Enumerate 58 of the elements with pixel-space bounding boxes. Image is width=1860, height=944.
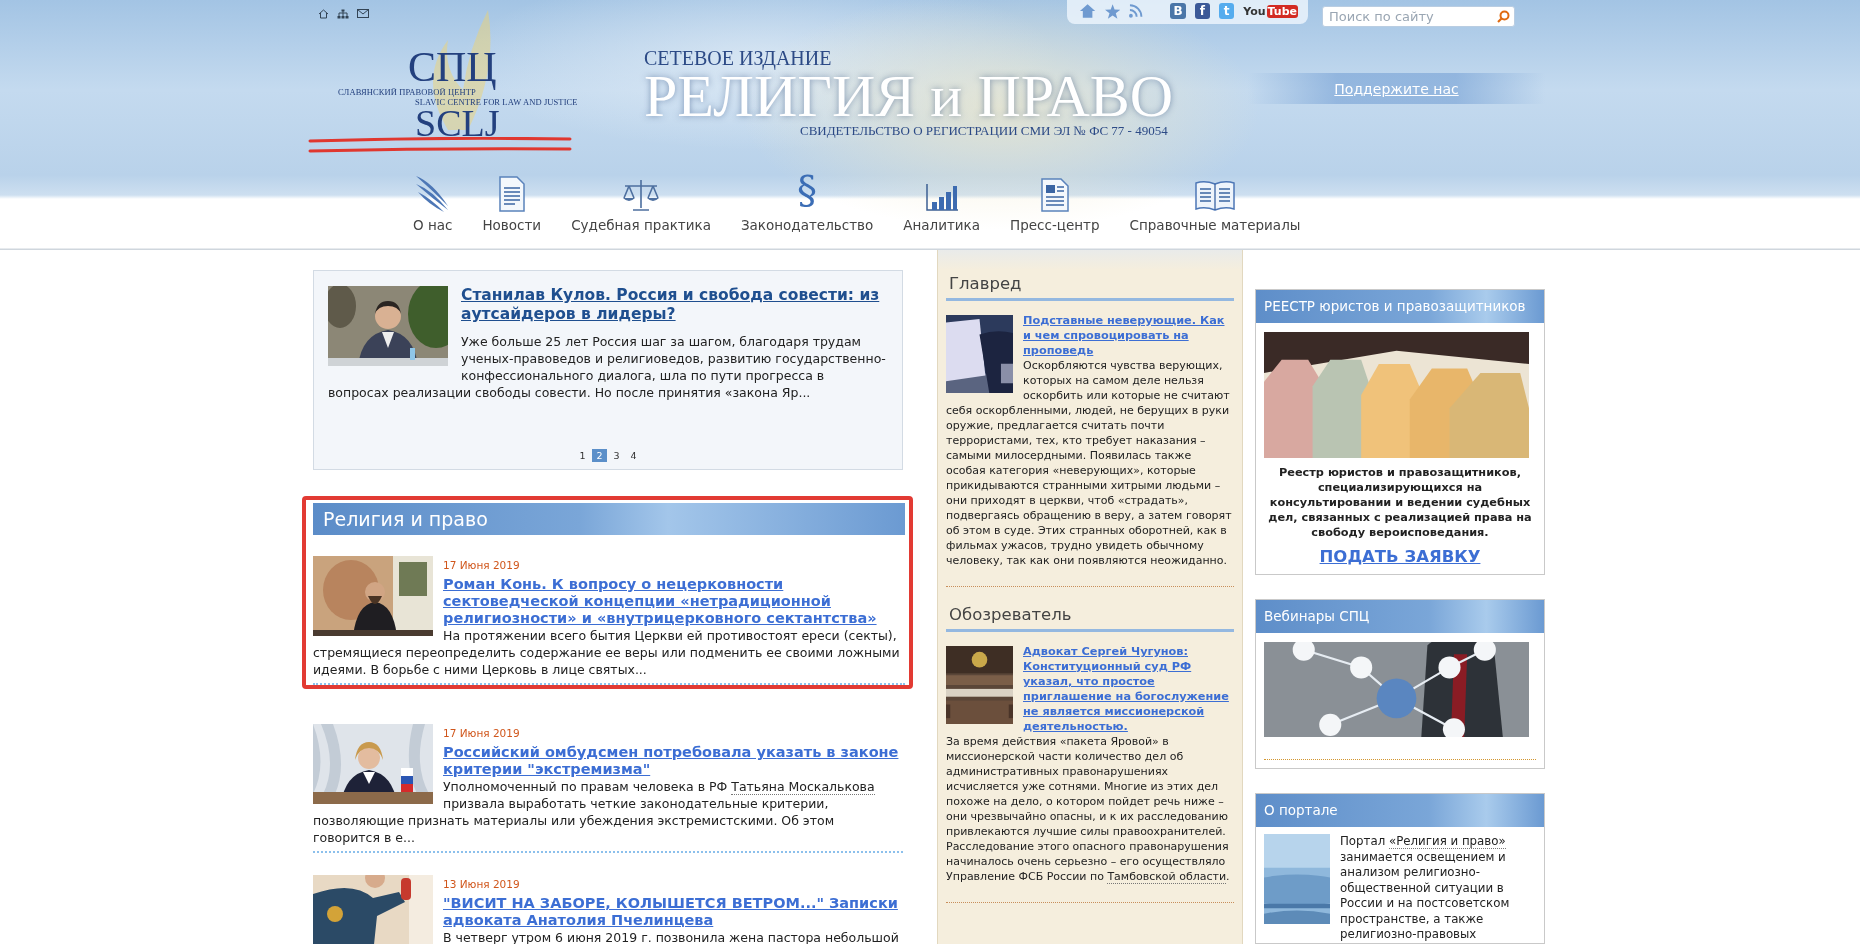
logo-text: СЛАВЯНСКИЙ ПРАВОВОЙ ЦЕНТР — [338, 88, 476, 97]
about-text: Портал «Религия и право» занимается освещением и анализом религиозно-общественной ситуации в России и на постсоветском пространстве, а также религиозно-правовых — [1340, 834, 1511, 943]
sitemap-icon[interactable] — [337, 9, 349, 19]
article-title-link[interactable]: Российский омбудсмен потребовала указать в законе критерии "экстремизма" — [443, 744, 903, 778]
page-link[interactable]: 3 — [609, 449, 624, 462]
facebook-button[interactable]: f — [1194, 3, 1210, 19]
search-field[interactable]: Поиск по сайту — [1322, 6, 1515, 27]
newspaper-icon — [1040, 176, 1069, 212]
vk-button[interactable]: B — [1170, 3, 1186, 19]
bar-chart-icon — [924, 182, 959, 212]
star-icon[interactable] — [1105, 3, 1121, 19]
nav-item[interactable]: Судебная практика — [571, 168, 711, 233]
logo-text: SLAVIC CENTRE FOR LAW AND JUSTICE — [415, 97, 578, 106]
text-link[interactable]: «Религия и право» — [1388, 834, 1506, 849]
registration-text: СВИДЕТЕЛЬСТВО О РЕГИСТРАЦИИ СМИ ЭЛ № ФС 77 - 49054 — [800, 124, 1168, 137]
page-link[interactable]: 1 — [575, 449, 590, 462]
home-icon[interactable] — [318, 9, 329, 19]
article-title-link[interactable]: Роман Конь. К вопросу о нецерковности сектоведческой концепции «нетрадиционной религиозности» и «внутрицерковного сектантства» — [443, 576, 905, 627]
nav-item[interactable]: Новости — [482, 168, 542, 233]
search-icon[interactable] — [1497, 10, 1510, 23]
mail-icon[interactable] — [357, 9, 369, 18]
logo-text: СПЦ — [408, 46, 497, 88]
edition-label: СЕТЕВОЕ ИЗДАНИЕ — [644, 48, 832, 68]
article-date: 17 Июня 2019 — [443, 559, 520, 571]
panel-title: Обозреватель — [946, 605, 1234, 632]
box-header: РЕЕСТР юристов и правозащитников — [1256, 290, 1544, 323]
article-summary: Уже больше 25 лет Россия шаг за шагом, благодаря трудам ученых-правоведов и религиоведов, развитию государственно-конфессионального диалога, шла по пути прогресса в вопросах реализации свободы совести. Но после принятия «закона Яр... — [328, 333, 887, 401]
article-summary: Оскорбляются чувства верующих, которых на самом деле нельзя оскорбить или которые не считают себя оскорбленными, людей, не берущих в руки оружие, предлагается считать почти террористами, тех, кто требует наказания – самыми милосердными. Появилась также особая категория «неверующих», которые прикидываются странными хитрыми людьми – они приходят в церкви, чтоб «страдать», подвергаясь обращению в веру, а затем говорят об этом в суде. Этих странных оборотней, как в фильмах ужасов, трудно увидеть обычному человеку, так как они появляются неожиданно. — [946, 358, 1233, 568]
rss-icon[interactable] — [1129, 4, 1143, 18]
page-link[interactable]: 4 — [626, 449, 641, 462]
apply-link[interactable]: ПОДАТЬ ЗАЯВКУ — [1319, 547, 1481, 566]
registry-description: Реестр юристов и правозащитников, специализирующихся на консультировании и ведении судебных дел, связанных с реализацией права на свободу вероисповедания. — [1267, 465, 1533, 540]
article-date: 17 Июня 2019 — [443, 727, 520, 739]
nav-item[interactable]: § Законодательство — [740, 168, 874, 233]
nav-item[interactable]: О нас — [413, 168, 453, 233]
article-summary: За время действия «пакета Яровой» в миссионерской части количество дел об административных правонарушениях исчисляется уже сотнями. Многие из этих дел похоже на дело, о котором пойдет речь ниже – они чрезвычайно опасны, и к их расследованию привлекаются лучшие силы правоохранителей. Расследование этого опасного правонарушения начиналось очень серьезно – его осуществляло Управление ФСБ России по Тамбовской области. — [946, 734, 1231, 884]
box-header: Вебинары СПЦ — [1256, 600, 1544, 633]
nav-item[interactable]: Аналитика — [903, 168, 981, 233]
article-date: 13 Июня 2019 — [443, 878, 520, 890]
box-header: О портале — [1256, 794, 1544, 827]
scales-icon — [621, 178, 662, 212]
article-title-link[interactable]: "ВИСИТ НА ЗАБОРЕ, КОЛЫШЕТСЯ ВЕТРОМ..." Записки адвоката Анатолия Пчелинцева — [443, 895, 903, 929]
article-title-link[interactable]: Адвокат Сергей Чугунов: Конституционный суд РФ указал, что простое приглашение на богослужение не является миссионерской деятельностью. — [946, 644, 1234, 734]
nav-item[interactable]: Пресс-центр — [1010, 168, 1100, 233]
section-header: Религия и право — [313, 503, 905, 535]
article-summary: Уполномоченный по правам человека в РФ Татьяна Москалькова призвала выработать четкие законодательные критерии, позволяющие признать материалы или убеждения экстремистскими. Об этом говорится в е... — [313, 778, 876, 846]
text-link[interactable]: Татьяна Москалькова — [731, 779, 875, 795]
open-book-icon — [1195, 180, 1235, 212]
section-sign-icon: § — [797, 168, 818, 212]
panel-title: Главред — [946, 274, 1234, 301]
article-title-link[interactable]: Станилав Кулов. Россия и свобода совести: из аутсайдеров в лидеры? — [461, 286, 888, 324]
article-title-link[interactable]: Подставные неверующие. Как и чем спровоцировать на проповедь — [946, 313, 1234, 358]
article-summary: В четверг утром 6 июня 2019 г. позвонила жена пастора небольшой — [442, 929, 900, 944]
home-icon[interactable] — [1079, 3, 1097, 19]
document-icon — [498, 176, 525, 212]
article-summary: На протяжении всего бытия Церкви ей противостоят ереси (секты), стремящиеся переопределить содержание ее веры или подменить ее своими ложными идеями. В борьбе с ними Церковь в лице святых... — [313, 627, 901, 678]
logo-text: SCLJ — [415, 104, 500, 142]
nav-item[interactable]: Справочные материалы — [1129, 168, 1301, 233]
